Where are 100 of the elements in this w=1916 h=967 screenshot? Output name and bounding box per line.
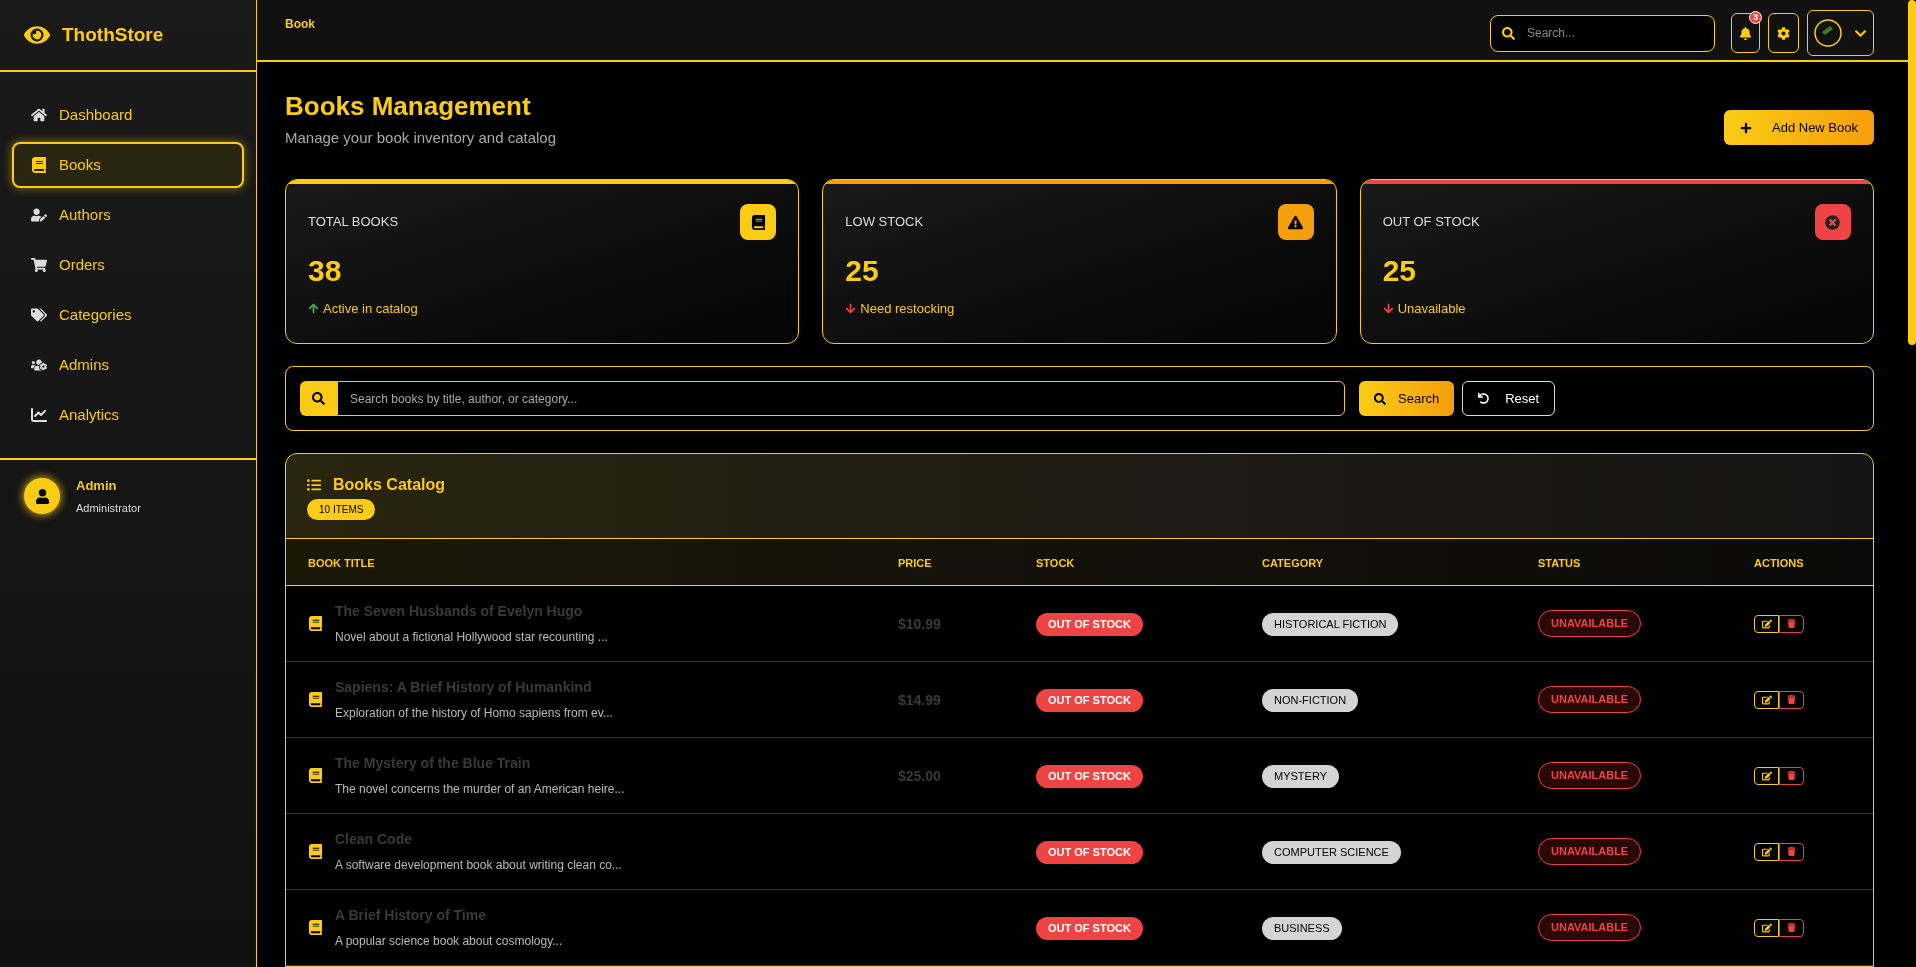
trash-icon (1787, 847, 1796, 856)
column-header: CATEGORY (1262, 557, 1324, 569)
page-title: Books Management (285, 90, 532, 123)
delete-button[interactable] (1779, 766, 1804, 785)
stock-badge: OUT OF STOCK (1036, 689, 1143, 712)
delete-button[interactable] (1779, 842, 1804, 861)
book-title: The Mystery of the Blue Train (335, 754, 532, 773)
arrow-down-icon (1382, 303, 1394, 315)
book-description: A software development book about writing clean co... (335, 857, 622, 874)
book-icon (308, 768, 323, 783)
book-icon (750, 214, 766, 230)
stat-value: 38 (307, 253, 343, 289)
reset-button[interactable]: Reset (1462, 381, 1556, 416)
stock-badge: OUT OF STOCK (1036, 613, 1143, 636)
column-header: ACTIONS (1754, 557, 1804, 569)
search-icon (1374, 392, 1386, 405)
edit-icon (1761, 846, 1772, 857)
nav-item[interactable]: Dashboard (12, 92, 244, 138)
stat-label: TOTAL BOOKS (308, 213, 399, 231)
bell-icon (1739, 26, 1752, 40)
arrow-up-icon (308, 303, 319, 315)
edit-button[interactable] (1754, 842, 1779, 861)
book-icon (308, 920, 323, 935)
nav-item[interactable]: Orders (12, 242, 244, 288)
notification-button[interactable]: 3 (1731, 13, 1760, 53)
trash-icon (1787, 619, 1796, 628)
search-button[interactable]: Search (1359, 381, 1455, 416)
status-badge: UNAVAILABLE (1538, 838, 1642, 865)
delete-button[interactable] (1779, 614, 1804, 633)
catalog-title: Books Catalog (333, 474, 445, 495)
stat-value: 25 (1381, 253, 1418, 289)
plus-icon (1740, 121, 1752, 134)
trash-icon (1787, 923, 1796, 932)
settings-icon (1777, 26, 1790, 40)
delete-button[interactable] (1779, 690, 1804, 709)
edit-icon (1761, 770, 1772, 781)
book-title: Sapiens: A Brief History of Humankind (335, 678, 593, 697)
item-count-badge: 10 ITEMS (307, 498, 376, 520)
status-badge: UNAVAILABLE (1538, 762, 1642, 789)
stat-value: 25 (844, 253, 880, 289)
nav-item[interactable]: Admins (12, 342, 244, 388)
column-header: STOCK (1036, 557, 1075, 569)
category-tag: HISTORICAL FICTION (1262, 613, 1399, 636)
stat-label: OUT OF STOCK (1382, 213, 1480, 231)
nav-item[interactable]: Analytics (12, 392, 244, 438)
stock-badge: OUT OF STOCK (1036, 841, 1143, 864)
book-description: Novel about a fictional Hollywood star recounting ... (335, 629, 608, 646)
profile-button[interactable] (1807, 10, 1874, 56)
settings-button[interactable] (1768, 13, 1799, 53)
book-description: Exploration of the history of Homo sapiens from ev... (335, 705, 613, 722)
stock-badge: OUT OF STOCK (1036, 765, 1143, 788)
stat-note: Active in catalog (323, 300, 418, 318)
delete-button[interactable] (1779, 918, 1804, 937)
book-icon (31, 157, 47, 173)
book-icon (308, 692, 323, 707)
stat-note: Need restocking (860, 300, 955, 318)
search-field[interactable]: Search... (1490, 14, 1715, 52)
book-title: A Brief History of Time (335, 906, 487, 925)
edit-icon (1761, 922, 1772, 933)
warning-icon (1288, 214, 1304, 230)
book-icon (308, 844, 323, 859)
nav-item[interactable]: Authors (12, 192, 244, 238)
arrow-down-icon (845, 303, 857, 315)
edit-button[interactable] (1754, 766, 1779, 785)
edit-button[interactable] (1754, 614, 1779, 633)
tags-icon (31, 307, 47, 323)
search-icon (312, 392, 325, 405)
add-book-button[interactable]: Add New Book (1724, 110, 1874, 145)
list-icon (307, 477, 321, 492)
category-tag: MYSTERY (1262, 765, 1339, 788)
edit-button[interactable] (1754, 918, 1779, 937)
column-header: PRICE (898, 557, 932, 569)
page-subtitle: Manage your book inventory and catalog (285, 127, 556, 148)
category-tag: NON-FICTION (1262, 689, 1359, 712)
category-tag: BUSINESS (1262, 917, 1342, 940)
status-badge: UNAVAILABLE (1538, 914, 1642, 941)
nav-item[interactable]: Categories (12, 292, 244, 338)
status-badge: UNAVAILABLE (1538, 610, 1642, 637)
column-header: STATUS (1538, 557, 1581, 569)
stock-badge: OUT OF STOCK (1036, 917, 1143, 940)
edit-button[interactable] (1754, 690, 1779, 709)
price: $25.00 (898, 767, 941, 784)
trash-icon (1787, 695, 1796, 704)
status-badge: UNAVAILABLE (1538, 686, 1642, 713)
line-chart-icon (31, 407, 47, 423)
catalog-search-field[interactable]: Search books by title, author, or category... (337, 381, 1345, 416)
edit-icon (1761, 618, 1772, 629)
trash-icon (1787, 771, 1796, 780)
user-pen-icon (31, 207, 47, 223)
brand-name: ThothStore (62, 22, 164, 47)
notification-badge: 3 (1749, 11, 1762, 24)
column-header: BOOK TITLE (308, 557, 375, 569)
book-icon (308, 616, 323, 631)
price: $10.99 (898, 615, 941, 632)
book-description: A popular science book about cosmology... (335, 933, 563, 950)
cart-icon (31, 257, 47, 273)
nav-item[interactable]: Books (12, 142, 244, 188)
home-icon (31, 107, 47, 123)
reset-icon (1478, 393, 1490, 404)
breadcrumb: Book (285, 16, 315, 33)
